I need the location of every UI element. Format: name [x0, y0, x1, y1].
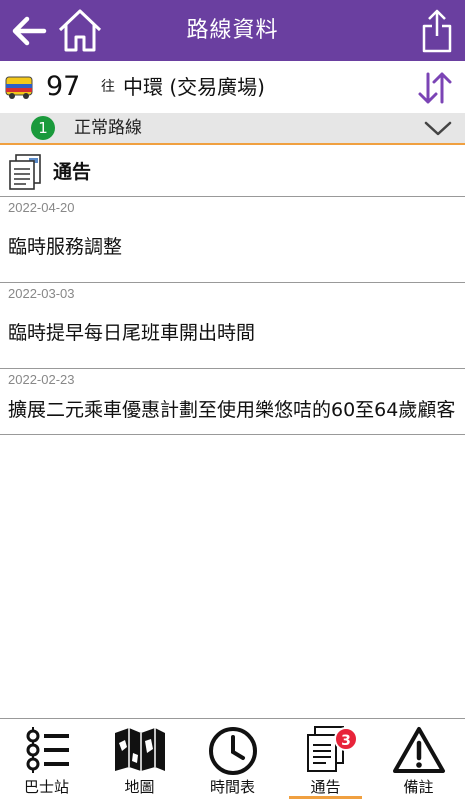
notice-title: 臨時服務調整	[8, 236, 123, 258]
notice-item[interactable]: 2022-03-03 臨時提早每日尾班車開出時間	[0, 283, 465, 369]
variant-badge: 1	[31, 116, 55, 140]
notice-section-header: 通告	[0, 147, 465, 197]
bottom-tab-bar: 巴士站 地圖 時間表 3 通告 備註	[0, 718, 465, 800]
notice-title: 臨時提早每日尾班車開出時間	[8, 322, 256, 344]
page-title: 路線資料	[186, 18, 279, 43]
notice-icon	[9, 154, 41, 190]
tab-label: 備註	[403, 778, 434, 796]
chevron-down-icon[interactable]	[423, 117, 453, 139]
tab-map[interactable]: 地圖	[93, 719, 186, 800]
clock-icon	[208, 727, 257, 775]
swap-direction-icon[interactable]	[417, 70, 453, 106]
route-number: 97	[46, 71, 81, 102]
tab-label: 巴士站	[23, 778, 69, 796]
tab-remarks[interactable]: 備註	[372, 719, 465, 800]
active-tab-indicator	[289, 796, 362, 799]
tab-notices[interactable]: 3 通告	[279, 719, 372, 800]
direction-prefix: 往	[101, 79, 115, 95]
bus-stop-list-icon	[26, 727, 69, 773]
route-destination: 中環 (交易廣場)	[123, 75, 265, 99]
notice-title: 擴展二元乘車優惠計劃至使用樂悠咭的60至64歲顧客	[8, 399, 456, 421]
notice-item[interactable]: 2022-02-23 擴展二元乘車優惠計劃至使用樂悠咭的60至64歲顧客	[0, 369, 465, 435]
variant-label: 正常路線	[74, 118, 142, 138]
tab-timetable[interactable]: 時間表	[186, 719, 279, 800]
route-variant-selector[interactable]: 1 正常路線	[0, 113, 465, 145]
route-bar: 97 往 中環 (交易廣場)	[0, 61, 465, 113]
notice-count-badge: 3	[334, 727, 358, 751]
tab-label: 地圖	[124, 778, 155, 796]
share-icon[interactable]	[421, 8, 453, 54]
notice-item[interactable]: 2022-04-20 臨時服務調整	[0, 197, 465, 283]
tab-bus-stops[interactable]: 巴士站	[0, 719, 93, 800]
tab-label: 通告	[310, 778, 341, 796]
notice-date: 2022-04-20	[8, 200, 75, 215]
section-title: 通告	[53, 161, 92, 183]
map-icon	[114, 728, 165, 771]
warning-icon	[392, 727, 445, 773]
header-bar: 路線資料	[0, 0, 465, 61]
tab-label: 時間表	[209, 778, 255, 796]
bus-icon	[5, 76, 33, 99]
notice-date: 2022-03-03	[8, 286, 75, 301]
notice-date: 2022-02-23	[8, 372, 75, 387]
notice-list: 2022-04-20 臨時服務調整 2022-03-03 臨時提早每日尾班車開出…	[0, 197, 465, 435]
